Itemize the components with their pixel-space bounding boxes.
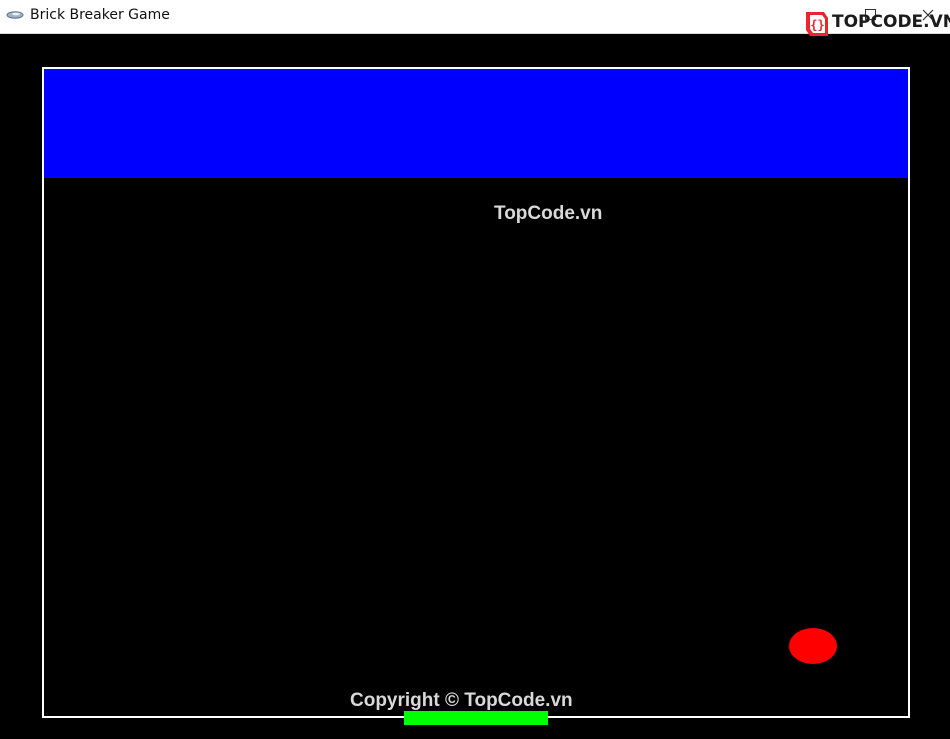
watermark-text: TopCode.vn [494, 203, 603, 224]
brick-row [44, 69, 908, 178]
svg-text:{}: {} [810, 18, 824, 32]
copyright-text: Copyright © TopCode.vn [350, 690, 573, 711]
logo-mark-icon: {} [806, 12, 828, 36]
title-bar[interactable]: Brick Breaker Game {} TOPCODE.VN [0, 0, 950, 36]
logo-text: TOPCODE.VN [832, 12, 950, 32]
game-window: Brick Breaker Game {} TOPCODE.VN TopCode… [0, 0, 950, 739]
topcode-logo: {} TOPCODE.VN [802, 9, 950, 39]
window-title: Brick Breaker Game [30, 7, 170, 23]
app-icon [6, 11, 24, 19]
paddle[interactable] [404, 711, 548, 725]
logo-text-top: TOP [832, 12, 871, 32]
ball [789, 628, 837, 664]
logo-text-rest: CODE.VN [870, 12, 950, 32]
